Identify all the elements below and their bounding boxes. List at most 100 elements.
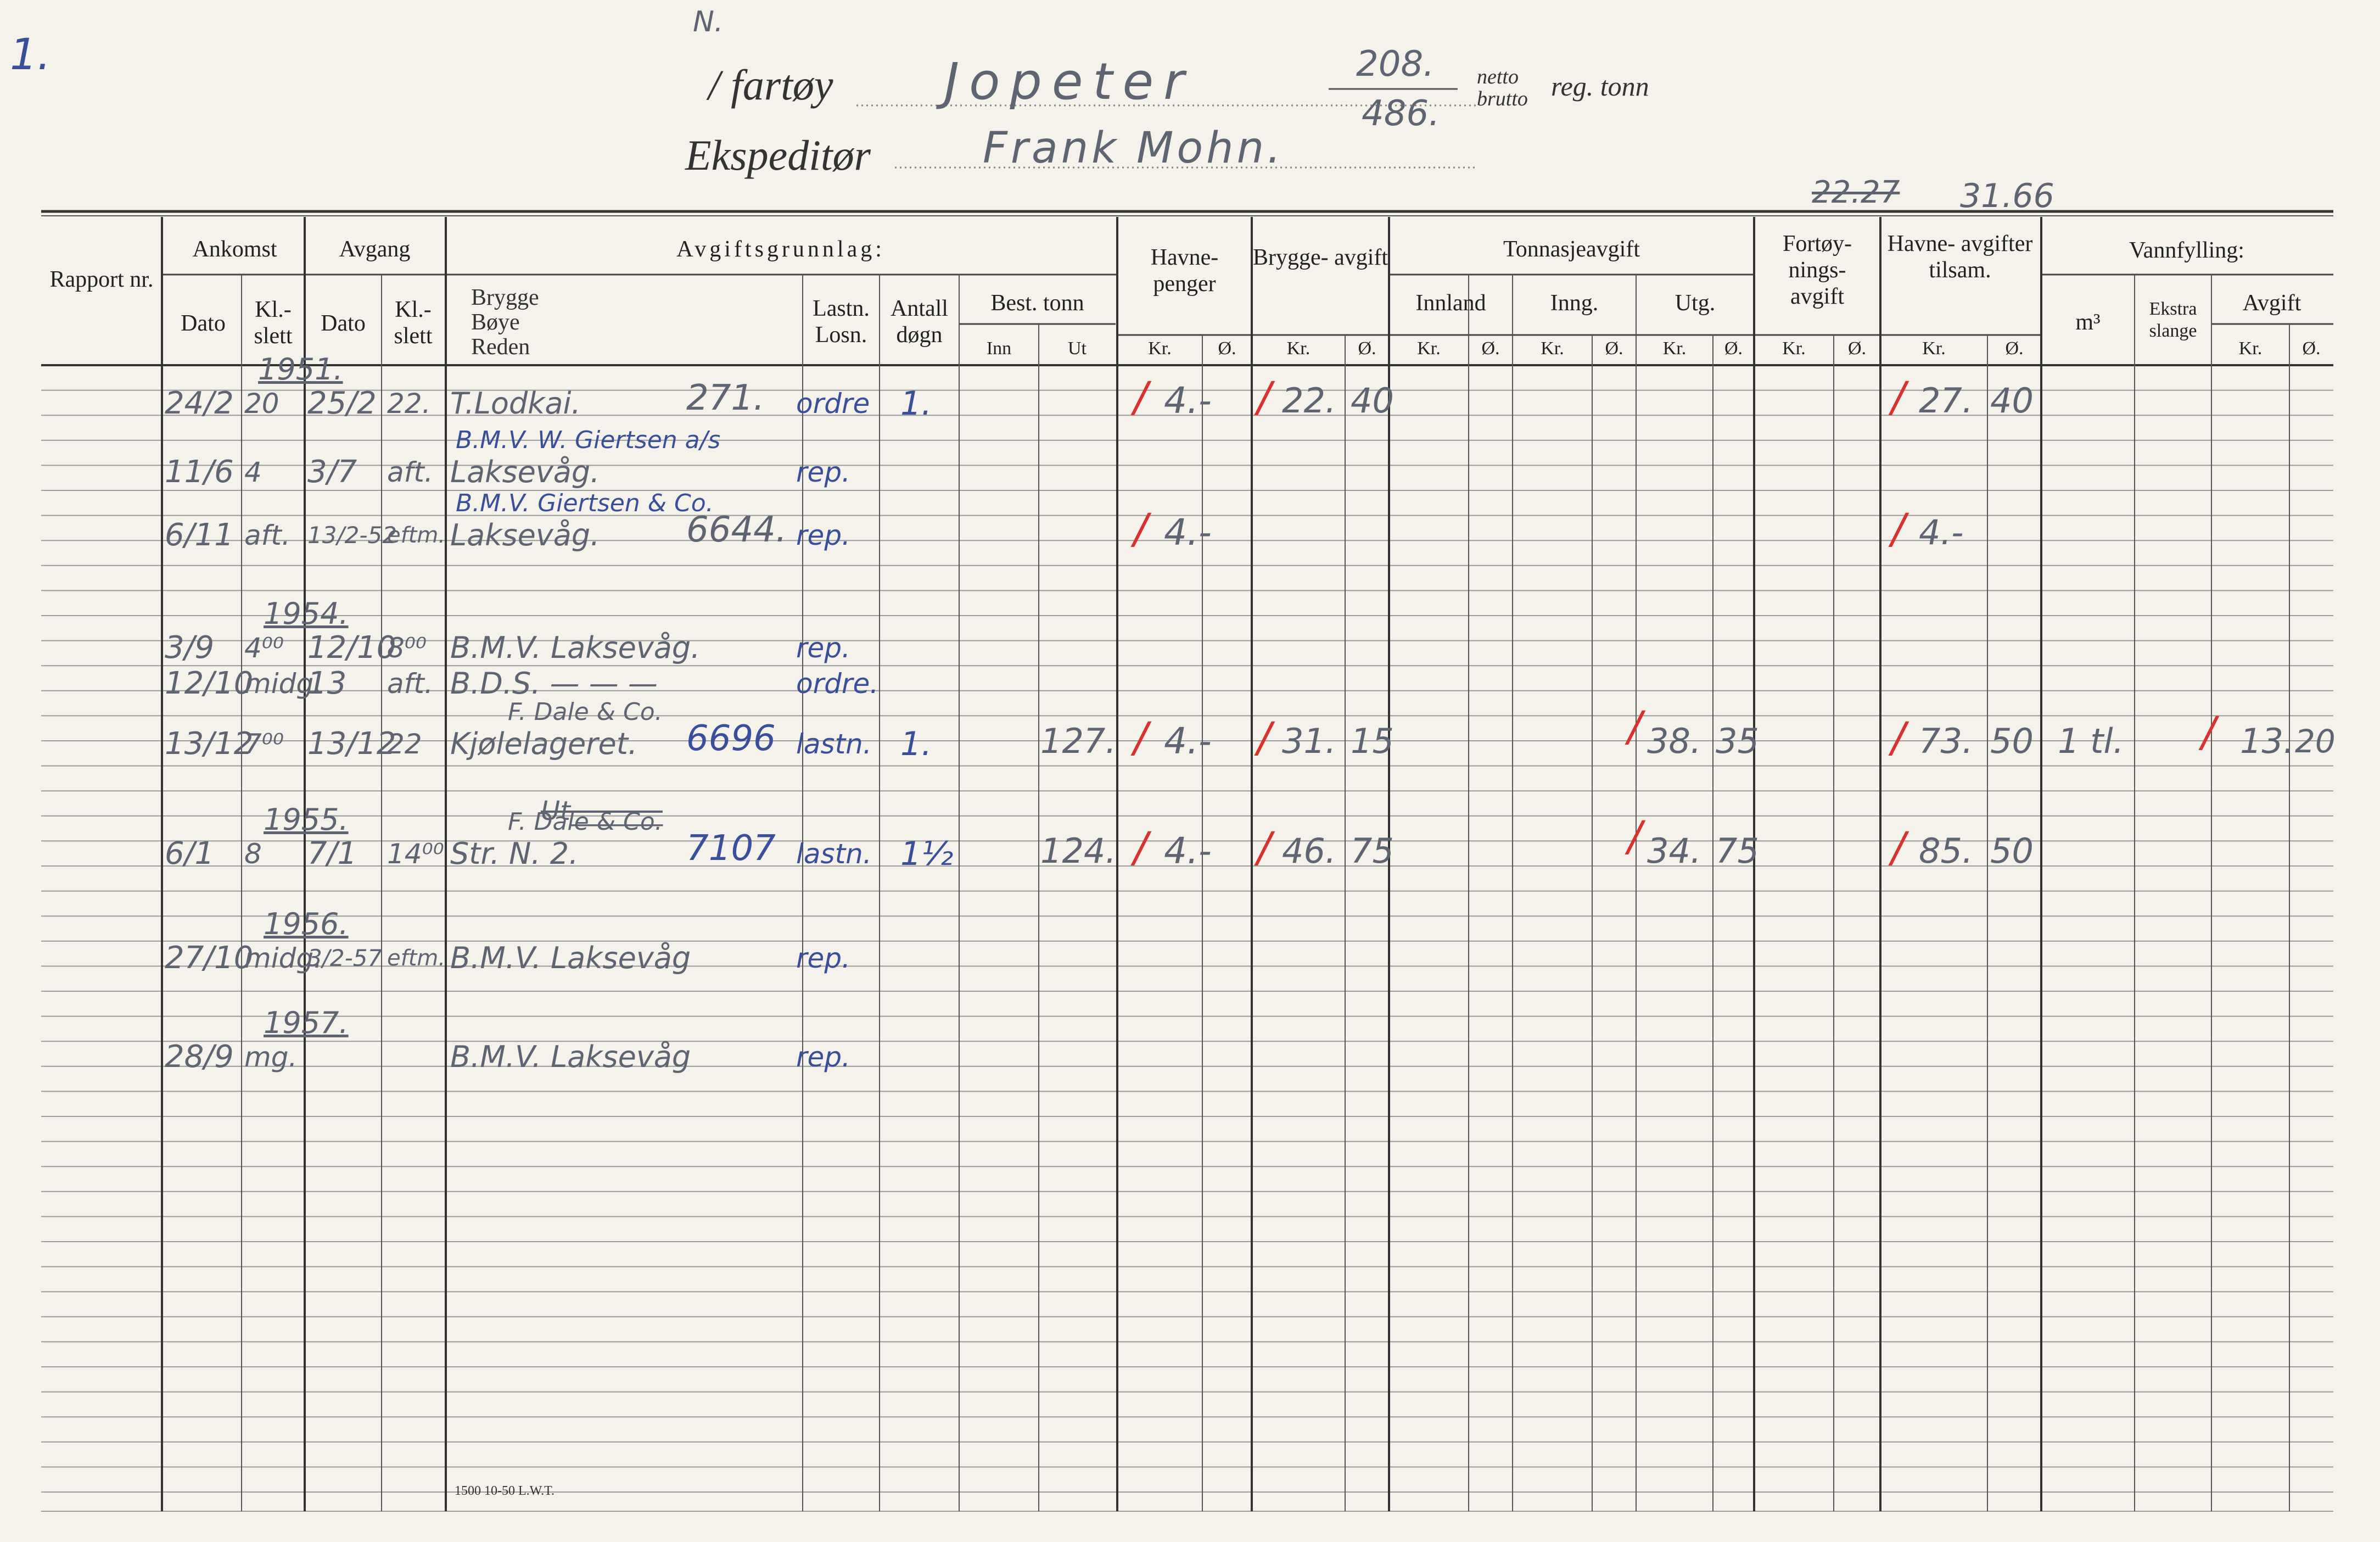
hdr-brygge: Brygge: [471, 285, 539, 310]
location: Kjølelageret.: [450, 727, 638, 761]
year-label: 1957.: [264, 1005, 349, 1040]
hdr-kr: Kr.: [1662, 338, 1687, 359]
red-check-mark: /: [1257, 823, 1272, 871]
hdr-ank-kl: Kl.- slett: [254, 297, 293, 349]
red-check-mark: /: [2202, 707, 2216, 756]
location: B.M.V. Laksevåg: [450, 1040, 691, 1074]
departure-time: aft.: [387, 456, 433, 488]
departure-time: eftm.: [387, 946, 446, 971]
location-note-above: F. Dale & Co.: [508, 698, 663, 726]
red-check-mark: /: [1134, 372, 1148, 421]
arrival-time: mg.: [244, 1041, 298, 1073]
harbour-fee-kr: 4.-: [1164, 720, 1212, 762]
hdr-ore: Ø.: [1605, 338, 1623, 359]
quay-fee-ore: 40: [1351, 381, 1394, 421]
arrival-date: 13/12: [165, 726, 254, 762]
departure-date: 25/2: [307, 386, 377, 421]
hdr-avgiftsgrunnlag: Avgiftsgrunnlag:: [676, 237, 885, 262]
arrival-date: 12/10: [165, 666, 254, 701]
location-number: 6644.: [686, 510, 787, 550]
departure-time: 22: [387, 728, 422, 760]
hdr-ank-dato: Dato: [181, 311, 226, 336]
red-check-mark: /: [1134, 713, 1148, 762]
load-type: rep.: [796, 1041, 850, 1073]
hdr-ore: Ø.: [1724, 338, 1743, 359]
netto-label: netto: [1477, 65, 1519, 88]
hdr-tonnasjeavgift: Tonnasjeavgift: [1503, 237, 1640, 262]
load-type: ordre: [796, 388, 870, 420]
red-check-mark: /: [1257, 713, 1272, 762]
hdr-ore: Ø.: [1218, 338, 1236, 359]
arrival-time: aft.: [244, 519, 290, 551]
hdr-kr: Kr.: [1782, 338, 1806, 359]
location: Laksevåg.: [450, 455, 600, 489]
tonnage-out: 124.: [1040, 831, 1117, 871]
arrival-date: 6/1: [165, 836, 215, 871]
departure-time: 14⁰⁰: [387, 838, 444, 870]
hdr-kr: Kr.: [1541, 338, 1564, 359]
arrival-date: 3/9: [165, 630, 215, 666]
water-fee-kr: 13.: [2240, 721, 2294, 761]
total-ore: 50: [1990, 721, 2034, 761]
quay-fee-kr: 22.: [1282, 381, 1336, 421]
load-type: rep.: [796, 632, 850, 664]
load-type: rep.: [796, 456, 850, 488]
hdr-havneavgifter: Havne- avgifter tilsam.: [1887, 231, 2033, 283]
quay-fee-ore: 75: [1351, 831, 1394, 871]
arrival-date: 28/9: [165, 1039, 234, 1075]
location-note-above: F. Dale & Co.: [508, 808, 663, 836]
location: Laksevåg.: [450, 518, 600, 552]
hdr-havnepenger: Havne- penger: [1150, 245, 1219, 297]
red-check-mark: /: [1257, 372, 1272, 421]
hdr-kr: Kr.: [1286, 338, 1311, 359]
arrival-date: 24/2: [165, 386, 234, 421]
departure-time: eftm.: [387, 523, 446, 548]
departure-date: 13/12: [307, 726, 396, 762]
red-check-mark: /: [1891, 372, 1906, 421]
vessel-name: Jopeter: [944, 52, 1194, 111]
hdr-avgift: Avgift: [2242, 290, 2301, 316]
location-number: 271.: [686, 378, 765, 418]
unit-label: reg. tonn: [1551, 71, 1649, 102]
departure-date: 12/10: [307, 630, 396, 666]
departure-date: 13: [307, 666, 347, 701]
hdr-ore: Ø.: [2302, 338, 2321, 359]
quay-fee-kr: 46.: [1282, 831, 1336, 871]
hdr-ore: Ø.: [2005, 338, 2024, 359]
hdr-inn: Inn: [986, 338, 1012, 359]
departure-time: 22.: [387, 388, 431, 420]
departure-date: 13/2-52: [307, 522, 397, 549]
hdr-ore: Ø.: [1358, 338, 1376, 359]
arrival-time: 8: [244, 838, 262, 870]
location: B.M.V. Laksevåg.: [450, 630, 701, 665]
departure-time: aft.: [387, 668, 433, 700]
brutto-label: brutto: [1477, 87, 1528, 110]
red-check-mark: /: [1628, 812, 1642, 861]
hdr-kr: Kr.: [1417, 338, 1441, 359]
departure-date: 7/1: [307, 836, 357, 871]
arrival-time: 4: [244, 456, 262, 488]
total-kr: 27.: [1919, 381, 1973, 421]
tonnage-out-kr: 34.: [1647, 831, 1701, 871]
location: B.M.V. Laksevåg: [450, 941, 691, 975]
days-count: 1½: [900, 835, 954, 873]
year-label: 1955.: [264, 802, 349, 837]
hdr-ut: Ut: [1068, 338, 1087, 359]
vessel-brutto-value: 486.: [1362, 93, 1440, 134]
hdr-avg-kl: Kl.- slett: [394, 297, 433, 349]
red-check-mark: /: [1134, 823, 1148, 871]
hdr-ankomst: Ankomst: [192, 237, 277, 262]
harbour-fee-card: 1. N. / fartøy Jopeter 208. 486. netto b…: [0, 0, 2380, 1542]
hdr-vannfylling: Vannfylling:: [2129, 238, 2244, 263]
arrival-time: 7⁰⁰: [244, 728, 284, 760]
hdr-reden: Reden: [471, 334, 530, 360]
hdr-lastn: Lastn. Losn.: [813, 296, 870, 348]
agent-label: Ekspeditør: [685, 131, 871, 179]
hdr-kr: Kr.: [2238, 338, 2263, 359]
corner-mark: 1.: [10, 30, 51, 80]
footer-print: 1500 10-50 L.W.T.: [455, 1484, 555, 1498]
red-check-mark: /: [1891, 504, 1906, 553]
location-note-above: B.M.V. W. Giertsen a/s: [456, 426, 721, 454]
hdr-avg-dato: Dato: [321, 311, 366, 336]
days-count: 1.: [900, 725, 932, 763]
